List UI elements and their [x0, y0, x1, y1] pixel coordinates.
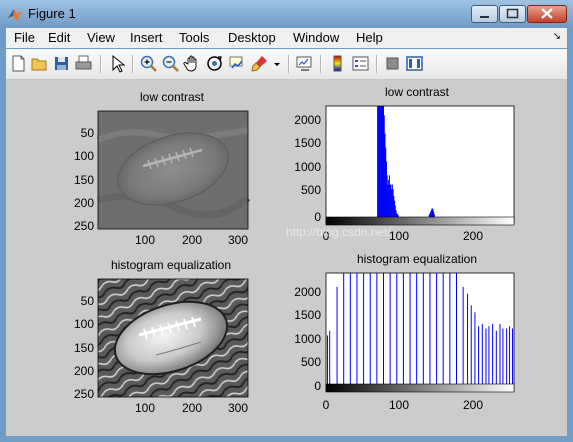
img1-ytick: 200 — [74, 196, 94, 210]
toolbar-separator — [132, 55, 134, 73]
hist1-xtick: 200 — [463, 229, 483, 243]
menu-desktop[interactable]: Desktop — [228, 30, 276, 45]
menu-view[interactable]: View — [87, 30, 115, 45]
figure-plot-area: low contrast 50 100 150 200 250 100 200 … — [74, 85, 515, 415]
img2-ytick: 200 — [74, 364, 94, 378]
img1-ytick: 250 — [74, 219, 94, 233]
figure-canvas: low contrast 50 100 150 200 250 100 200 … — [6, 80, 567, 436]
zoom-out-icon[interactable] — [161, 54, 180, 73]
img1-title: low contrast — [140, 90, 205, 104]
hist1-ytick: 1000 — [294, 160, 321, 174]
figure-window: Figure 1 File Edit View Insert Tools Des… — [0, 0, 573, 442]
menu-insert[interactable]: Insert — [130, 30, 163, 45]
legend-icon[interactable] — [351, 54, 370, 73]
hist2-title: histogram equalization — [357, 252, 477, 266]
img2-xtick: 200 — [182, 401, 202, 415]
menu-bar: File Edit View Insert Tools Desktop Wind… — [6, 28, 567, 48]
img1-xtick: 100 — [135, 233, 155, 247]
img2-title: histogram equalization — [111, 258, 231, 272]
pointer-icon[interactable] — [108, 54, 127, 73]
hist2-ytick: 1000 — [294, 332, 321, 346]
hist1-grayscale-bar — [325, 216, 515, 226]
hist2-ytick: 500 — [301, 355, 321, 369]
open-file-icon[interactable] — [30, 54, 49, 73]
hist2-xtick: 100 — [389, 398, 409, 412]
img2-ytick: 150 — [74, 341, 94, 355]
hist2-xtick: 200 — [463, 398, 483, 412]
img2-xtick: 300 — [228, 401, 248, 415]
menu-edit[interactable]: Edit — [48, 30, 70, 45]
minimize-icon — [480, 16, 489, 18]
print-icon[interactable] — [74, 54, 93, 73]
hist1-ytick: 2000 — [294, 113, 321, 127]
colorbar-icon[interactable] — [328, 54, 347, 73]
toolbar-separator — [100, 55, 102, 73]
matlab-logo-icon — [8, 9, 22, 21]
menu-dock-arrow-icon[interactable]: ↘ — [553, 31, 561, 42]
toolbar-separator — [376, 55, 378, 73]
img1-ytick: 100 — [74, 149, 94, 163]
toolbar-separator — [288, 55, 290, 73]
hist2-ytick: 1500 — [294, 308, 321, 322]
img2-ytick: 100 — [74, 317, 94, 331]
menu-help[interactable]: Help — [356, 30, 383, 45]
brush-dropdown-icon[interactable] — [271, 54, 283, 73]
close-icon — [541, 8, 553, 19]
minimize-button[interactable] — [471, 5, 498, 23]
low-contrast-image — [96, 111, 251, 229]
hide-plot-tools-icon[interactable] — [383, 54, 402, 73]
hist1-ytick: 0 — [314, 210, 321, 224]
hist1-xtick: 100 — [389, 229, 409, 243]
save-icon[interactable] — [52, 54, 71, 73]
title-bar[interactable]: Figure 1 — [0, 0, 573, 28]
show-plot-tools-icon[interactable] — [405, 54, 424, 73]
rotate-3d-icon[interactable] — [205, 54, 224, 73]
hist1-ytick: 500 — [301, 183, 321, 197]
pan-hand-icon[interactable] — [183, 54, 202, 73]
maximize-button[interactable] — [499, 5, 526, 23]
menu-file[interactable]: File — [14, 30, 35, 45]
menu-window[interactable]: Window — [293, 30, 339, 45]
zoom-in-icon[interactable] — [139, 54, 158, 73]
toolbar-separator — [320, 55, 322, 73]
data-cursor-icon[interactable] — [227, 54, 246, 73]
window-title: Figure 1 — [28, 6, 76, 21]
img1-xtick: 300 — [228, 233, 248, 247]
maximize-icon — [506, 8, 519, 19]
equalized-image — [98, 279, 248, 397]
new-figure-icon[interactable] — [9, 54, 28, 73]
watermark-text: http://blog.csdn.net/ — [286, 225, 391, 239]
img1-xtick: 200 — [182, 233, 202, 247]
hist1-axes — [326, 106, 514, 224]
hist2-xtick: 0 — [323, 398, 330, 412]
link-plot-icon[interactable] — [295, 54, 314, 73]
brush-icon[interactable] — [250, 54, 269, 73]
close-button[interactable] — [527, 5, 567, 23]
img2-ytick: 50 — [81, 294, 95, 308]
menu-tools[interactable]: Tools — [179, 30, 209, 45]
hist2-ytick: 2000 — [294, 285, 321, 299]
figure-toolbar — [6, 49, 567, 80]
hist2-grayscale-bar — [325, 383, 515, 393]
img2-xtick: 100 — [135, 401, 155, 415]
hist1-title: low contrast — [385, 85, 450, 99]
hist2-ytick: 0 — [314, 379, 321, 393]
hist1-ytick: 1500 — [294, 136, 321, 150]
img2-ytick: 250 — [74, 387, 94, 401]
img1-ytick: 50 — [81, 126, 95, 140]
img1-ytick: 150 — [74, 173, 94, 187]
